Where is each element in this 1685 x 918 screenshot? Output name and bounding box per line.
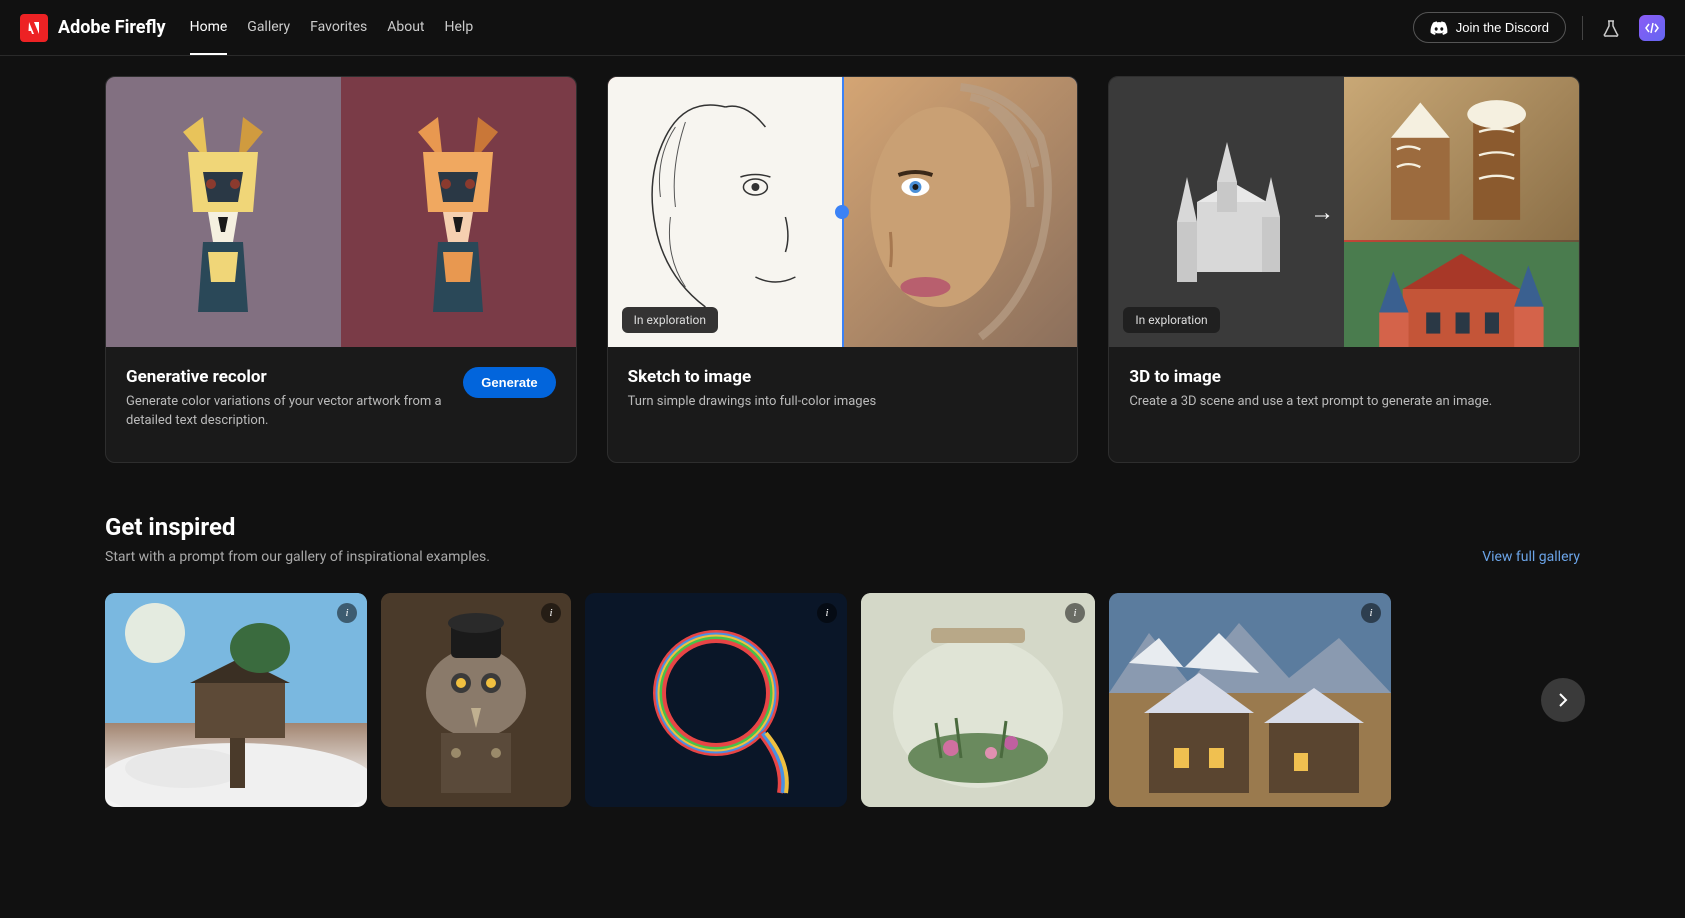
main-content: Generative recolor Generate color variat… bbox=[0, 56, 1685, 847]
sketch-art-right bbox=[843, 77, 1078, 347]
feature-desc: Turn simple drawings into full-color ima… bbox=[628, 393, 1058, 412]
nav-gallery[interactable]: Gallery bbox=[247, 1, 290, 55]
inspire-title: Get inspired bbox=[105, 513, 490, 541]
inspire-card-terrarium[interactable]: i bbox=[861, 593, 1095, 807]
painted-castle-art bbox=[1344, 240, 1579, 348]
nav-home[interactable]: Home bbox=[190, 1, 228, 55]
chevron-right-icon bbox=[1558, 692, 1568, 708]
dog-art-left bbox=[153, 112, 293, 312]
castle-3d-art bbox=[1147, 122, 1307, 302]
inspire-card-rhino[interactable]: i bbox=[381, 593, 571, 807]
inspire-header: Get inspired Start with a prompt from ou… bbox=[105, 513, 1580, 565]
feature-title: Sketch to image bbox=[628, 367, 1058, 387]
terrarium-art bbox=[861, 593, 1095, 807]
dog-art-right bbox=[388, 112, 528, 312]
header-left: Adobe Firefly Home Gallery Favorites Abo… bbox=[20, 1, 473, 55]
gingerbread-art bbox=[1344, 77, 1579, 240]
feature-image-3d: → bbox=[1109, 77, 1579, 347]
feature-card-recolor[interactable]: Generative recolor Generate color variat… bbox=[105, 76, 577, 463]
feature-grid: Generative recolor Generate color variat… bbox=[105, 76, 1580, 463]
nav-favorites[interactable]: Favorites bbox=[310, 1, 367, 55]
discord-button[interactable]: Join the Discord bbox=[1413, 12, 1566, 43]
app-header: Adobe Firefly Home Gallery Favorites Abo… bbox=[0, 0, 1685, 56]
generate-button[interactable]: Generate bbox=[463, 367, 555, 398]
slider-handle[interactable] bbox=[835, 205, 849, 219]
info-icon[interactable]: i bbox=[817, 603, 837, 623]
treehouse-art bbox=[105, 593, 367, 807]
beaker-icon bbox=[1602, 19, 1620, 37]
inspire-card-cabin[interactable]: i bbox=[1109, 593, 1391, 807]
logo[interactable]: Adobe Firefly bbox=[20, 14, 166, 42]
nav-help[interactable]: Help bbox=[445, 1, 474, 55]
inspire-card-letter[interactable]: i bbox=[585, 593, 847, 807]
discord-label: Join the Discord bbox=[1456, 20, 1549, 35]
main-nav: Home Gallery Favorites About Help bbox=[190, 1, 474, 55]
view-full-gallery-link[interactable]: View full gallery bbox=[1482, 549, 1580, 565]
rhino-art bbox=[381, 593, 571, 807]
inspire-carousel: i i bbox=[105, 593, 1580, 807]
header-divider bbox=[1582, 16, 1583, 40]
info-icon[interactable]: i bbox=[1361, 603, 1381, 623]
feature-image-recolor bbox=[106, 77, 576, 347]
feature-card-3d[interactable]: → bbox=[1108, 76, 1580, 463]
feature-title: 3D to image bbox=[1129, 367, 1559, 387]
exploration-badge: In exploration bbox=[622, 307, 718, 333]
discord-icon bbox=[1430, 21, 1448, 35]
code-icon bbox=[1645, 21, 1659, 35]
info-icon[interactable]: i bbox=[337, 603, 357, 623]
nav-about[interactable]: About bbox=[387, 1, 424, 55]
carousel-next-button[interactable] bbox=[1541, 678, 1585, 722]
wire-letter-art bbox=[585, 593, 847, 807]
feature-desc: Generate color variations of your vector… bbox=[126, 393, 443, 431]
info-icon[interactable]: i bbox=[541, 603, 561, 623]
brand-name: Adobe Firefly bbox=[58, 17, 166, 38]
labs-button[interactable] bbox=[1599, 16, 1623, 40]
adobe-logo-icon bbox=[20, 14, 48, 42]
feature-desc: Create a 3D scene and use a text prompt … bbox=[1129, 393, 1559, 412]
inspire-subtitle: Start with a prompt from our gallery of … bbox=[105, 549, 490, 565]
info-icon[interactable]: i bbox=[1065, 603, 1085, 623]
inspire-card-treehouse[interactable]: i bbox=[105, 593, 367, 807]
header-right: Join the Discord bbox=[1413, 12, 1665, 43]
arrow-right-icon: → bbox=[1310, 198, 1334, 227]
dev-badge[interactable] bbox=[1639, 15, 1665, 41]
feature-image-sketch: In exploration bbox=[608, 77, 1078, 347]
feature-card-sketch[interactable]: In exploration Sketch to image Turn simp… bbox=[607, 76, 1079, 463]
cabin-art bbox=[1109, 593, 1391, 807]
exploration-badge: In exploration bbox=[1123, 307, 1219, 333]
feature-title: Generative recolor bbox=[126, 367, 443, 387]
